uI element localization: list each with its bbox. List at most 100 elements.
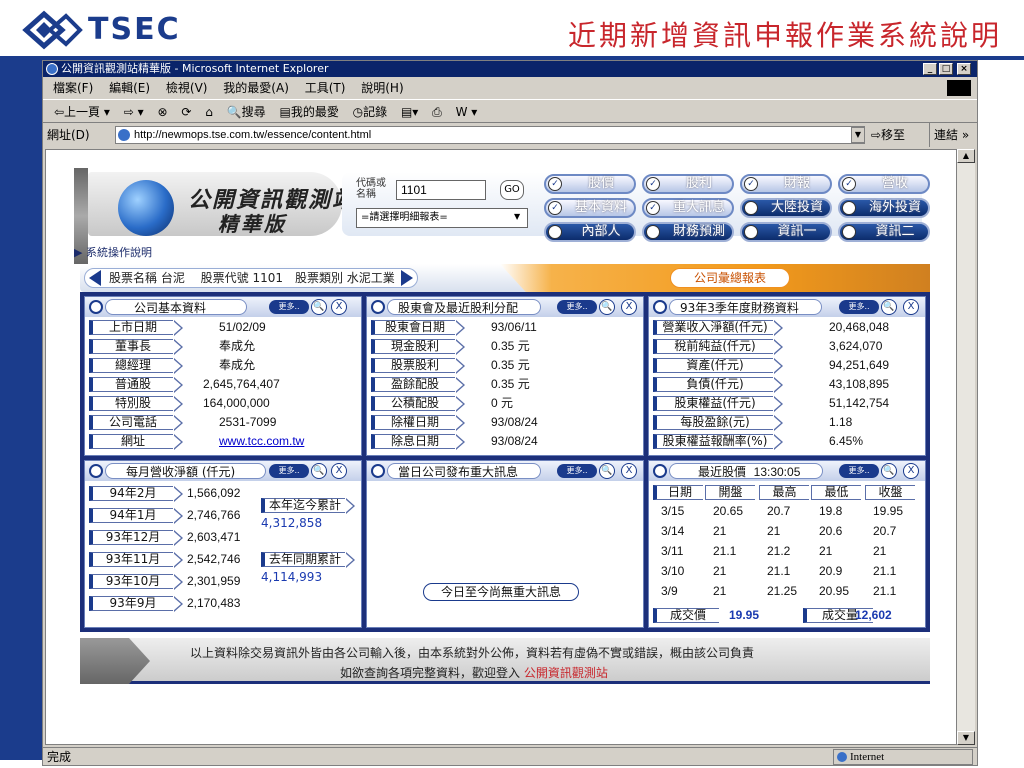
favorites-button[interactable]: ▤我的最愛 <box>279 105 338 119</box>
row-label: 93年10月 <box>89 574 183 590</box>
go-button[interactable]: ⇨移至 <box>871 123 905 147</box>
nav-major-news[interactable]: ✓ 重大訊息 <box>642 198 734 218</box>
stop-icon[interactable]: ⊗ <box>157 105 167 119</box>
close-icon[interactable]: X <box>903 299 919 315</box>
row-value[interactable]: www.tcc.com.tw <box>219 433 304 450</box>
disclaimer-line2: 如欲查詢各項完整資料，歡迎登入 公開資訊觀測站 <box>340 666 608 680</box>
close-icon[interactable]: X <box>331 463 347 479</box>
nav-financial[interactable]: ✓ 財報 <box>740 174 832 194</box>
more-button[interactable]: 更多.. <box>839 464 879 478</box>
scroll-down-icon[interactable]: ▼ <box>957 731 975 745</box>
search-button[interactable]: 🔍搜尋 <box>227 105 266 119</box>
row-value: 94,251,649 <box>829 358 890 372</box>
circle-icon <box>646 225 660 239</box>
company-report-button[interactable]: 公司彙總報表 <box>670 268 790 288</box>
edit-word-icon[interactable]: W ▾ <box>456 105 478 119</box>
row-label: 資產(仟元) <box>653 358 783 374</box>
panel-title: 股東會及最近股利分配 <box>387 299 542 315</box>
ie-icon <box>46 63 58 75</box>
row-value: 164,000,000 <box>203 396 270 410</box>
row-label: 特別股 <box>89 396 183 412</box>
price-cell: 20.6 <box>819 524 843 538</box>
mops-link[interactable]: 公開資訊觀測站 <box>524 666 608 680</box>
zoom-icon[interactable]: 🔍 <box>311 463 327 479</box>
menu-tools[interactable]: 工具(T) <box>305 81 346 95</box>
close-icon[interactable]: X <box>621 299 637 315</box>
panel-header: 公司基本資料 更多.. 🔍 X <box>85 297 361 317</box>
more-button[interactable]: 更多.. <box>839 300 879 314</box>
address-dropdown[interactable]: ▼ <box>851 127 865 143</box>
print-icon[interactable]: ⎙ <box>432 105 442 119</box>
nav-price[interactable]: ✓ 股價 <box>544 174 636 194</box>
menu-file[interactable]: 檔案(F) <box>53 81 93 95</box>
window-titlebar[interactable]: 公開資訊觀測站精華版 - Microsoft Internet Explorer… <box>43 61 977 77</box>
radio-icon <box>653 464 667 478</box>
nav-info1[interactable]: 資訊一 <box>740 222 832 242</box>
nav-info2[interactable]: 資訊二 <box>838 222 930 242</box>
zoom-icon[interactable]: 🔍 <box>311 299 327 315</box>
price-cell: 19.95 <box>873 504 904 518</box>
menu-favorites[interactable]: 我的最愛(A) <box>223 81 289 95</box>
zoom-icon[interactable]: 🔍 <box>599 463 615 479</box>
row-value: 2,301,959 <box>187 574 241 588</box>
mail-icon[interactable]: ▤▾ <box>401 105 418 119</box>
code-label: 代碼或 名稱 <box>356 178 386 200</box>
nav-dividend[interactable]: ✓ 股利 <box>642 174 734 194</box>
nav-overseas-invest[interactable]: 海外投資 <box>838 198 930 218</box>
address-input[interactable]: http://newmops.tse.com.tw/essence/conten… <box>115 126 865 144</box>
nav-insider[interactable]: 內部人 <box>544 222 636 242</box>
refresh-icon[interactable]: ⟳ <box>181 105 191 119</box>
globe-icon <box>837 752 847 762</box>
row-value: 6.45% <box>829 434 864 448</box>
scroll-up-icon[interactable]: ▲ <box>957 149 975 163</box>
zoom-icon[interactable]: 🔍 <box>881 299 897 315</box>
menu-help[interactable]: 說明(H) <box>361 81 403 95</box>
nav-basic-info[interactable]: ✓ 基本資料 <box>544 198 636 218</box>
row-label: 現金股利 <box>371 339 465 355</box>
history-button[interactable]: ◷記錄 <box>353 105 387 119</box>
row-label: 93年11月 <box>89 552 183 568</box>
nav-forecast[interactable]: 財務預測 <box>642 222 734 242</box>
vertical-scrollbar[interactable]: ▲ ▼ <box>957 149 975 745</box>
row-value: 43,108,895 <box>829 377 890 391</box>
row-label: 93年9月 <box>89 596 183 612</box>
panel-title: 當日公司發布重大訊息 <box>387 463 542 479</box>
close-icon[interactable]: X <box>621 463 637 479</box>
close-icon[interactable]: X <box>903 463 919 479</box>
more-button[interactable]: 更多.. <box>557 464 597 478</box>
maximize-button[interactable]: □ <box>939 63 953 75</box>
forward-button[interactable]: ⇨ ▾ <box>124 105 144 119</box>
go-button[interactable]: GO <box>500 180 524 200</box>
more-button[interactable]: 更多.. <box>269 300 309 314</box>
row-label: 94年1月 <box>89 508 183 524</box>
price-col-header: 最低 <box>811 485 861 500</box>
more-button[interactable]: 更多.. <box>557 300 597 314</box>
radio-icon <box>371 300 385 314</box>
circle-icon <box>744 201 758 215</box>
report-select[interactable]: =請選擇明細報表= <box>356 208 528 228</box>
stock-bar: 股票名稱 台泥 股票代號 1101 股票類別 水泥工業 公司彙總報表 <box>80 264 930 292</box>
nav-revenue[interactable]: ✓ 營收 <box>838 174 930 194</box>
row-label: 董事長 <box>89 339 183 355</box>
menu-edit[interactable]: 編輯(E) <box>109 81 150 95</box>
row-value: 2,170,483 <box>187 596 241 610</box>
zoom-icon[interactable]: 🔍 <box>599 299 615 315</box>
news-panel: 當日公司發布重大訊息 更多.. 🔍 X 今日至今尚無重大訊息 <box>366 460 644 628</box>
close-window-button[interactable]: × <box>957 63 971 75</box>
nav-china-invest[interactable]: 大陸投資 <box>740 198 832 218</box>
home-icon[interactable]: ⌂ <box>205 105 213 119</box>
minimize-button[interactable]: _ <box>923 63 937 75</box>
zoom-icon[interactable]: 🔍 <box>881 463 897 479</box>
close-icon[interactable]: X <box>331 299 347 315</box>
links-button[interactable]: 連結 » <box>929 123 969 147</box>
disclaimer-line1: 以上資料除交易資訊外皆由各公司輸入後，由本系統對外公佈，資料若有虛偽不實或錯誤，… <box>190 646 755 660</box>
price-cell: 21 <box>713 564 727 578</box>
tsec-logo: TSEC <box>22 10 192 50</box>
price-cell: 20.9 <box>819 564 843 578</box>
price-cell: 20.7 <box>873 524 897 538</box>
stock-code-input[interactable]: 1101 <box>396 180 486 200</box>
menu-view[interactable]: 檢視(V) <box>166 81 208 95</box>
system-guide-link[interactable]: ▶ 系統操作說明 <box>74 244 152 260</box>
more-button[interactable]: 更多.. <box>269 464 309 478</box>
back-button[interactable]: ⇦上一頁 ▾ <box>54 105 110 119</box>
